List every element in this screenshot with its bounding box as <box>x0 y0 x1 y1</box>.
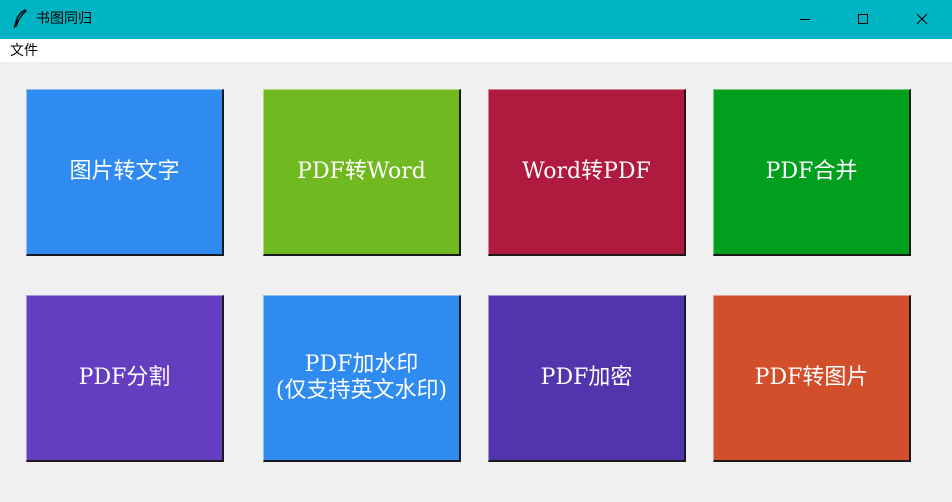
tile-label: Word转PDF <box>522 159 651 184</box>
feather-icon <box>12 9 28 29</box>
tile-label: PDF加水印 (仅支持英文水印) <box>275 352 448 403</box>
maximize-icon <box>857 10 869 29</box>
maximize-button[interactable] <box>834 0 892 39</box>
tile-label: PDF转Word <box>297 159 426 184</box>
tile-label: PDF分割 <box>78 365 171 390</box>
pdf-to-image-button[interactable]: PDF转图片 <box>713 295 911 462</box>
tile-label: PDF合并 <box>765 159 858 184</box>
pdf-merge-button[interactable]: PDF合并 <box>713 89 911 256</box>
title-bar[interactable]: 书图同归 <box>0 0 952 39</box>
minimize-button[interactable] <box>776 0 834 39</box>
app-window: 书图同归 文件 图片转文字 PDF转Word Word转PDF PDF合并 PD… <box>0 0 952 502</box>
pdf-to-word-button[interactable]: PDF转Word <box>263 89 461 256</box>
image-to-text-button[interactable]: 图片转文字 <box>26 89 224 256</box>
menu-item-file[interactable]: 文件 <box>10 42 38 60</box>
tile-label: PDF加密 <box>540 365 633 390</box>
close-button[interactable] <box>892 0 952 39</box>
menu-bar: 文件 <box>0 39 952 62</box>
minimize-icon <box>799 10 811 29</box>
tile-label: PDF转图片 <box>754 365 869 390</box>
pdf-split-button[interactable]: PDF分割 <box>26 295 224 462</box>
pdf-watermark-button[interactable]: PDF加水印 (仅支持英文水印) <box>263 295 461 462</box>
window-title: 书图同归 <box>36 11 92 27</box>
close-icon <box>916 10 928 29</box>
pdf-encrypt-button[interactable]: PDF加密 <box>488 295 686 462</box>
tile-label: 图片转文字 <box>69 159 180 184</box>
word-to-pdf-button[interactable]: Word转PDF <box>488 89 686 256</box>
